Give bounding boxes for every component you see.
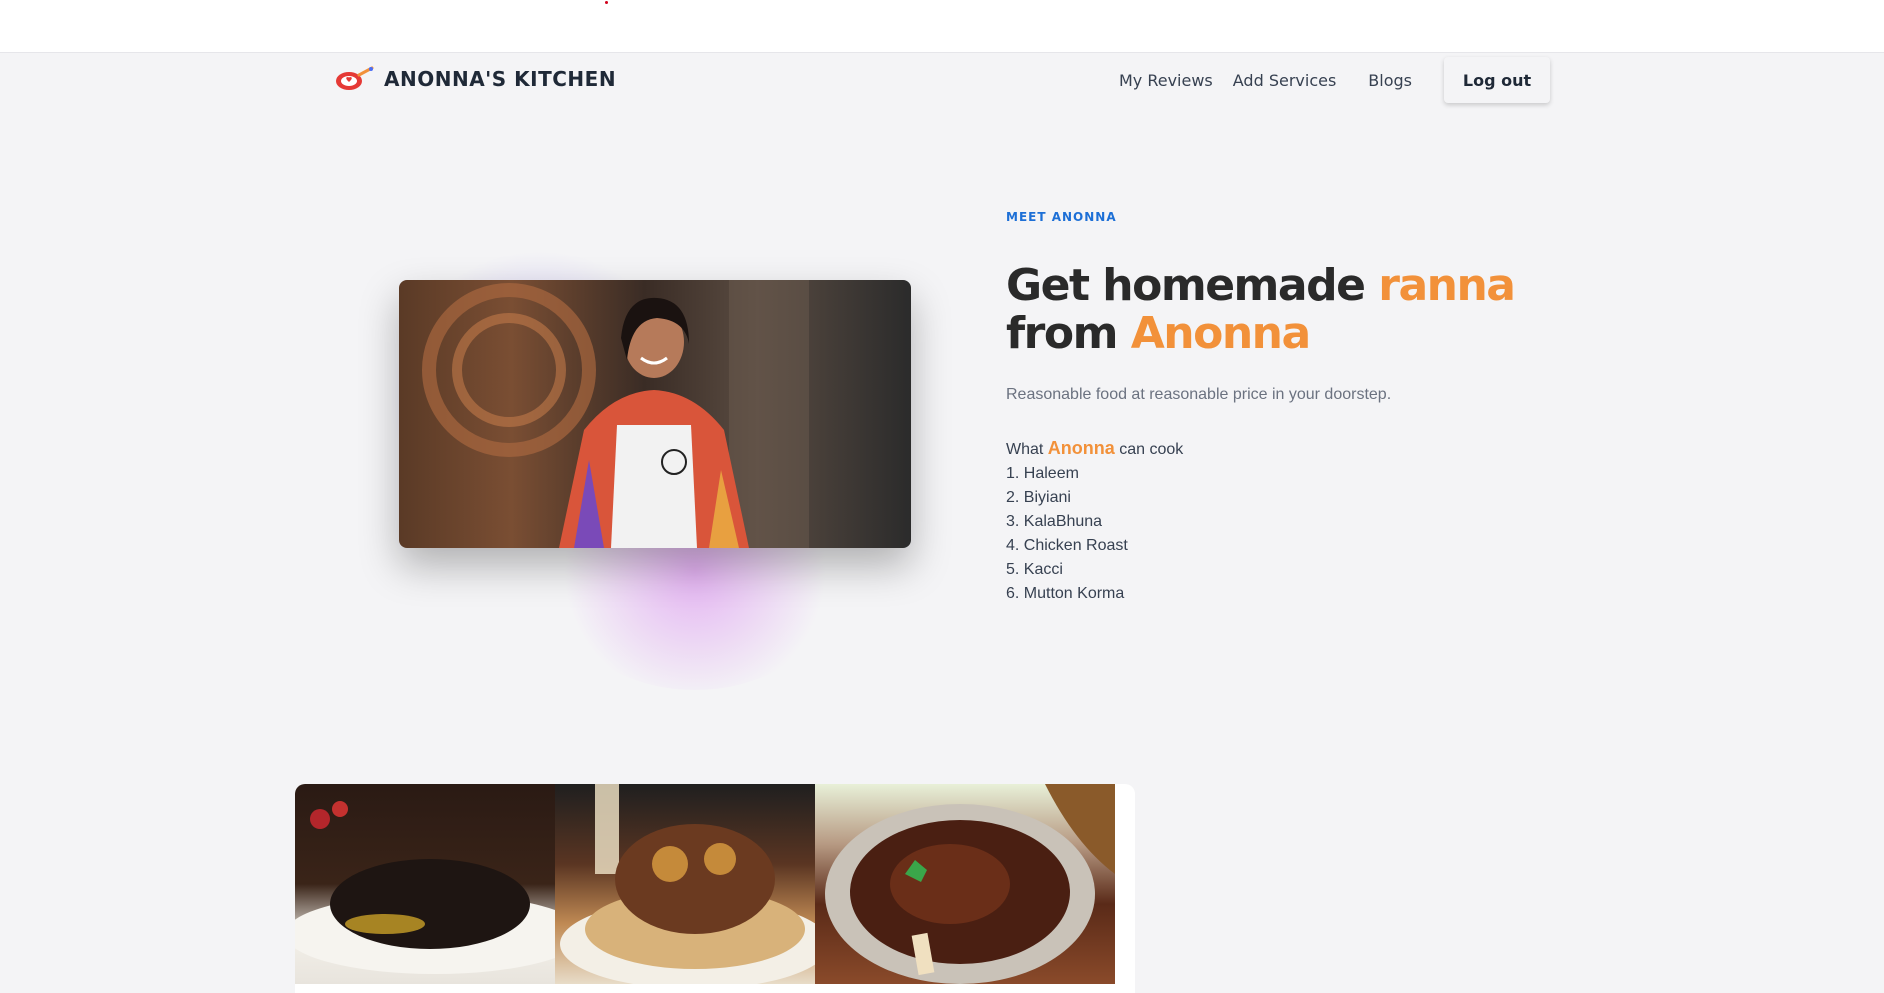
cook-list-block: What Anonna can cook 1. Haleem 2. Biyian…: [1006, 436, 1526, 606]
chef-illustration: [422, 280, 809, 548]
page-title: Get homemade ranna from Anonna: [1006, 262, 1526, 358]
headline-highlight-anonna: Anonna: [1130, 308, 1311, 359]
headline-highlight-ranna: ranna: [1378, 260, 1516, 311]
plate-illustration: [295, 801, 555, 974]
list-item: 6. Mutton Korma: [1006, 585, 1125, 602]
cook-prefix: What: [1006, 441, 1048, 458]
list-item: 1. Haleem: [1006, 465, 1079, 482]
hero-subtitle: Reasonable food at reasonable price in y…: [1006, 386, 1392, 403]
chef-portrait-photo: [399, 280, 911, 548]
eyebrow-label: MEET ANONNA: [1006, 210, 1117, 224]
dish-list: 1. Haleem 2. Biyiani 3. KalaBhuna 4. Chi…: [1006, 462, 1526, 606]
list-item: 3. KalaBhuna: [1006, 513, 1103, 530]
food-gallery: [295, 784, 1135, 993]
navbar: ANONNA'S KITCHEN My Reviews Add Services…: [0, 53, 1884, 107]
cook-name: Anonna: [1047, 438, 1115, 458]
plate-illustration: [560, 784, 815, 984]
nav-links: My Reviews Add Services Blogs Log out: [1099, 53, 1550, 107]
nav-my-reviews[interactable]: My Reviews: [1119, 71, 1213, 90]
biryani-photo[interactable]: [555, 784, 815, 984]
cook-suffix: can cook: [1114, 441, 1184, 458]
list-item: 5. Kacci: [1006, 561, 1063, 578]
bowl-illustration: [825, 784, 1115, 984]
mutton-curry-photo[interactable]: [815, 784, 1115, 984]
hero-text: MEET ANONNA Get homemade ranna from Anon…: [1006, 210, 1526, 606]
kala-bhuna-photo[interactable]: [295, 784, 555, 984]
nav-add-services[interactable]: Add Services: [1233, 71, 1337, 90]
cook-list-heading: What Anonna can cook: [1006, 436, 1526, 462]
logout-button[interactable]: Log out: [1444, 57, 1550, 103]
headline-part1: Get homemade: [1006, 260, 1379, 311]
red-dot-marker: [605, 1, 608, 4]
headline-part2: from: [1006, 308, 1131, 359]
list-item: 2. Biyiani: [1006, 489, 1071, 506]
frying-pan-heart-icon: [336, 66, 374, 90]
list-item: 4. Chicken Roast: [1006, 537, 1128, 554]
brand-link[interactable]: ANONNA'S KITCHEN: [334, 65, 616, 93]
brand-name: ANONNA'S KITCHEN: [384, 67, 617, 91]
nav-blogs[interactable]: Blogs: [1368, 71, 1412, 90]
browser-top-strip: [0, 0, 1884, 53]
